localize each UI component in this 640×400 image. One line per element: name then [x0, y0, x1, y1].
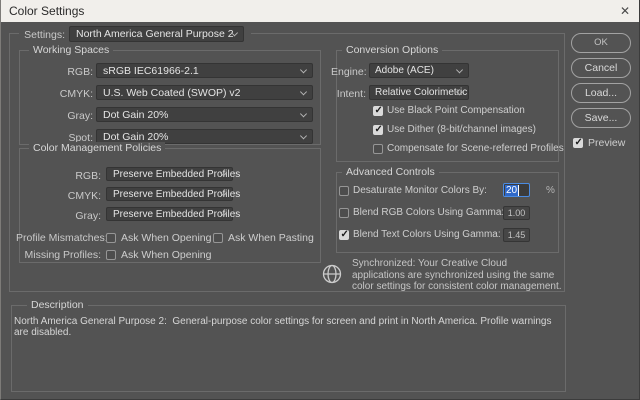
- chevron-down-icon: [299, 65, 308, 73]
- chevron-down-icon: [299, 109, 308, 117]
- chevron-down-icon: [455, 65, 464, 73]
- scene-referred-checkbox[interactable]: [373, 144, 383, 154]
- titlebar: Color Settings ✕: [1, 0, 639, 22]
- cmp-rgb-dropdown[interactable]: Preserve Embedded Profiles: [106, 167, 240, 181]
- blend-rgb-gamma-checkbox[interactable]: [339, 208, 349, 218]
- scene-referred-label: Compensate for Scene-referred Profiles: [387, 143, 564, 154]
- ws-cmyk-label: CMYK:: [59, 88, 93, 100]
- ws-gray-label: Gray:: [67, 110, 93, 122]
- ask-when-pasting-label: Ask When Pasting: [228, 232, 314, 244]
- profile-mismatches-label: Profile Mismatches:: [16, 232, 108, 244]
- settings-value: North America General Purpose 2: [76, 28, 234, 40]
- settings-label: Settings:: [24, 29, 65, 41]
- description-title: Description: [27, 299, 88, 311]
- ws-rgb-label: RGB:: [67, 66, 93, 78]
- cancel-button[interactable]: Cancel: [571, 58, 631, 78]
- save-button[interactable]: Save...: [571, 108, 631, 128]
- creative-cloud-sync-icon: [321, 263, 343, 285]
- black-point-compensation-checkbox[interactable]: [373, 105, 383, 116]
- cmp-gray-label: Gray:: [75, 210, 101, 222]
- preview-checkbox[interactable]: [573, 137, 583, 148]
- ok-button[interactable]: OK: [571, 33, 631, 53]
- black-point-compensation-label: Use Black Point Compensation: [387, 105, 525, 116]
- missing-ask-when-opening-label: Ask When Opening: [121, 249, 212, 261]
- intent-value: Relative Colorimetric: [375, 87, 468, 98]
- sync-message: Synchronized: Your Creative Cloud applic…: [352, 258, 562, 292]
- close-icon[interactable]: ✕: [620, 0, 630, 22]
- chevron-down-icon: [299, 131, 308, 139]
- working-spaces-title: Working Spaces: [29, 44, 114, 56]
- engine-value: Adobe (ACE): [375, 65, 434, 76]
- advanced-controls-title: Advanced Controls: [342, 166, 439, 178]
- ws-rgb-dropdown[interactable]: sRGB IEC61966-2.1: [96, 63, 313, 78]
- engine-dropdown[interactable]: Adobe (ACE): [369, 63, 469, 78]
- conversion-options-title: Conversion Options: [342, 44, 443, 56]
- color-management-title: Color Management Policies: [29, 142, 166, 154]
- ask-when-opening-checkbox[interactable]: [106, 233, 116, 243]
- description-text: North America General Purpose 2: General…: [14, 316, 555, 338]
- intent-label: Intent:: [336, 88, 366, 100]
- desaturate-percent-value: 20: [505, 185, 520, 196]
- settings-dropdown[interactable]: North America General Purpose 2: [69, 26, 244, 42]
- load-button[interactable]: Load...: [571, 83, 631, 103]
- desaturate-monitor-label: Desaturate Monitor Colors By:: [353, 185, 487, 196]
- color-settings-dialog: Color Settings ✕ Settings: North America…: [0, 0, 640, 400]
- cmp-cmyk-label: CMYK:: [67, 190, 101, 202]
- use-dither-checkbox[interactable]: [373, 124, 383, 135]
- blend-text-gamma-label: Blend Text Colors Using Gamma:: [353, 229, 501, 240]
- ask-when-pasting-checkbox[interactable]: [213, 233, 223, 243]
- preview-label: Preview: [588, 137, 626, 149]
- blend-rgb-gamma-label: Blend RGB Colors Using Gamma:: [353, 207, 505, 218]
- desaturate-percent-field[interactable]: 20: [503, 183, 530, 197]
- cmp-rgb-label: RGB:: [75, 170, 101, 182]
- intent-dropdown[interactable]: Relative Colorimetric: [369, 85, 469, 100]
- dialog-title: Color Settings: [9, 4, 85, 18]
- cmp-cmyk-dropdown[interactable]: Preserve Embedded Profiles: [106, 187, 240, 201]
- ws-gray-value: Dot Gain 20%: [103, 108, 169, 121]
- ask-when-opening-label: Ask When Opening: [121, 232, 212, 244]
- ws-cmyk-value: U.S. Web Coated (SWOP) v2: [103, 86, 241, 99]
- ws-spot-value: Dot Gain 20%: [103, 130, 169, 143]
- missing-ask-when-opening-checkbox[interactable]: [106, 250, 116, 260]
- missing-profiles-label: Missing Profiles:: [24, 249, 101, 261]
- ws-gray-dropdown[interactable]: Dot Gain 20%: [96, 107, 313, 122]
- ws-cmyk-dropdown[interactable]: U.S. Web Coated (SWOP) v2: [96, 85, 313, 100]
- blend-rgb-gamma-field[interactable]: 1.00: [503, 206, 530, 220]
- chevron-down-icon: [299, 87, 308, 95]
- engine-label: Engine:: [331, 66, 367, 78]
- cmp-gray-dropdown[interactable]: Preserve Embedded Profiles: [106, 207, 240, 221]
- color-management-group: Color Management Policies: [19, 142, 321, 263]
- percent-suffix: %: [546, 185, 555, 196]
- use-dither-label: Use Dither (8-bit/channel images): [387, 124, 536, 135]
- desaturate-monitor-checkbox[interactable]: [339, 186, 349, 196]
- blend-text-gamma-checkbox[interactable]: [339, 229, 349, 240]
- ws-rgb-value: sRGB IEC61966-2.1: [103, 64, 199, 77]
- blend-text-gamma-field[interactable]: 1.45: [503, 228, 530, 242]
